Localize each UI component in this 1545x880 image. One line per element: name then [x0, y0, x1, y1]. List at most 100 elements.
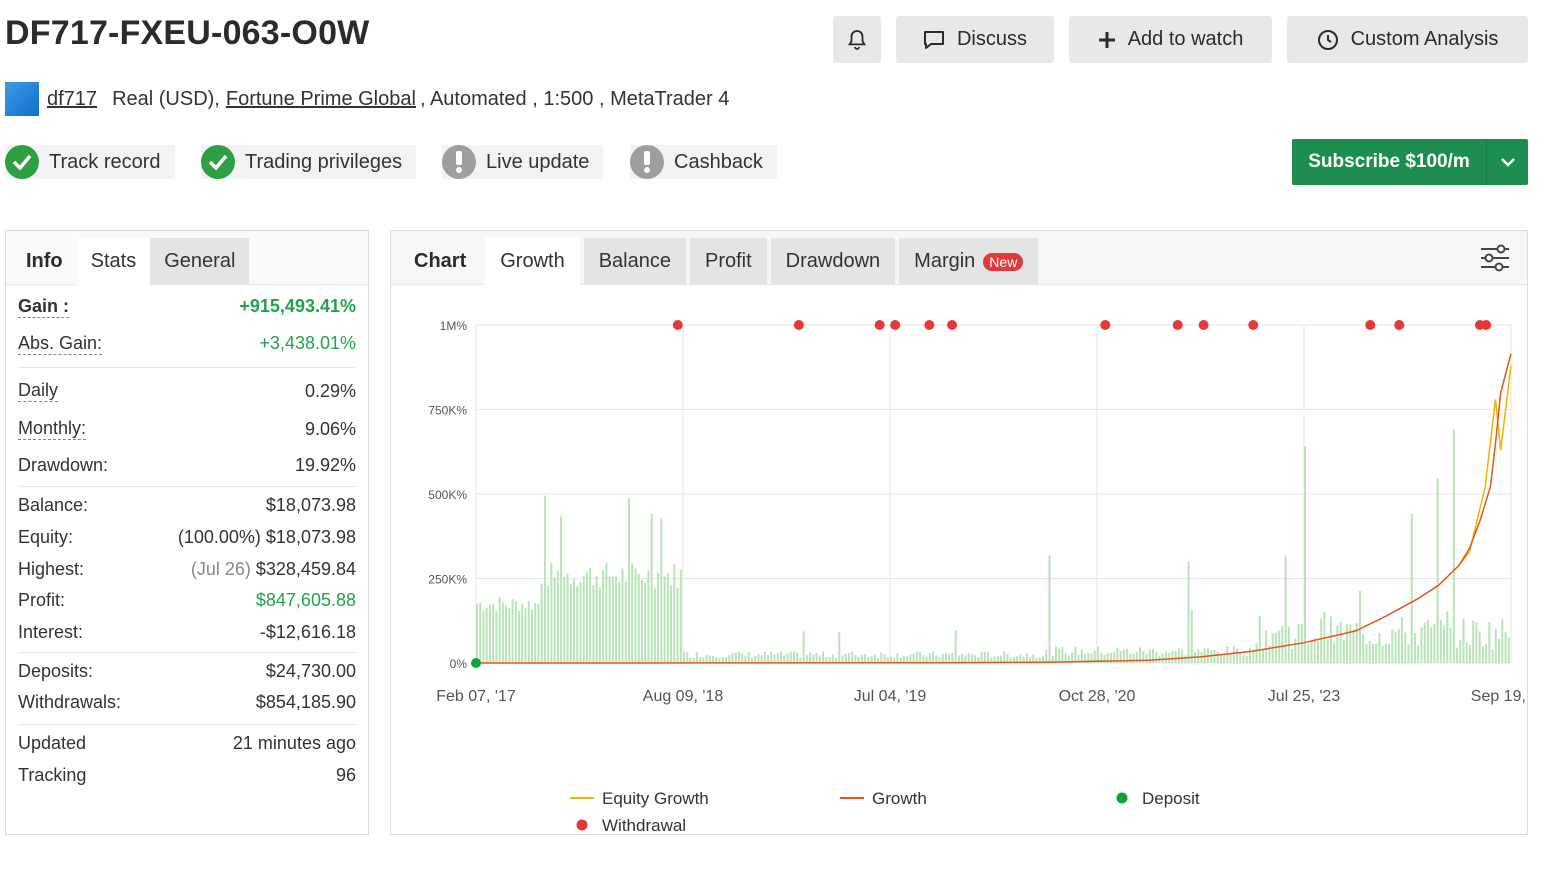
- tab-margin[interactable]: Margin New: [899, 238, 1039, 285]
- volume-bar: [508, 607, 511, 663]
- subscribe-button[interactable]: Subscribe $100/m: [1292, 139, 1528, 185]
- volume-bar: [1223, 653, 1226, 663]
- tab-balance[interactable]: Balance: [583, 238, 686, 285]
- add-to-watch-label: Add to watch: [1127, 28, 1244, 50]
- volume-bar: [822, 651, 825, 663]
- tab-stats[interactable]: Stats: [76, 238, 151, 285]
- volume-bar: [611, 576, 614, 663]
- tab-drawdown[interactable]: Drawdown: [770, 238, 896, 285]
- volume-bar: [715, 657, 718, 663]
- volume-bar: [737, 651, 740, 663]
- volume-bar: [744, 655, 747, 663]
- volume-bar: [1384, 643, 1387, 663]
- volume-bar: [495, 610, 498, 663]
- volume-bar: [605, 562, 608, 663]
- volume-bar: [1316, 641, 1319, 663]
- chart-settings-button[interactable]: [1479, 243, 1511, 278]
- discuss-button[interactable]: Discuss: [896, 16, 1054, 63]
- volume-bar: [582, 575, 585, 663]
- volume-bar: [1485, 644, 1488, 663]
- track-record-badge[interactable]: Track record: [5, 145, 175, 179]
- volume-bar: [1352, 629, 1355, 663]
- withdrawal-marker: [1100, 320, 1111, 330]
- volume-bar: [1232, 646, 1235, 663]
- tab-margin-label: Margin: [914, 250, 976, 272]
- volume-bar: [961, 654, 964, 663]
- withdrawal-marker: [672, 320, 683, 330]
- volume-bar: [725, 657, 728, 663]
- withdrawal-marker: [890, 320, 901, 330]
- volume-bar: [563, 576, 566, 663]
- volume-bar: [796, 652, 799, 663]
- daily-label[interactable]: Daily: [18, 380, 59, 402]
- sliders-icon: [1481, 244, 1509, 272]
- interest-value: -$12,616.18: [259, 621, 356, 642]
- volume-bar: [676, 587, 679, 663]
- avatar[interactable]: [5, 82, 39, 116]
- volume-bar: [566, 573, 569, 663]
- volume-bar: [705, 654, 708, 663]
- volume-bar: [1048, 555, 1051, 663]
- volume-bar: [902, 656, 905, 663]
- trading-privileges-badge[interactable]: Trading privileges: [201, 145, 417, 179]
- volume-bar: [847, 652, 850, 663]
- volume-bar: [721, 657, 724, 663]
- volume-bar: [780, 651, 783, 663]
- volume-bar: [686, 652, 689, 663]
- live-update-badge[interactable]: Live update: [442, 145, 604, 179]
- volume-bar: [1284, 555, 1287, 663]
- volume-bar: [679, 569, 682, 663]
- volume-bar: [815, 653, 818, 663]
- volume-bar: [1365, 644, 1368, 663]
- chevron-down-icon: [1500, 158, 1515, 167]
- monthly-label[interactable]: Monthly:: [18, 418, 87, 440]
- equity-growth-line: [1458, 365, 1512, 566]
- broker-link[interactable]: Fortune Prime Global: [226, 88, 416, 111]
- volume-bar: [1310, 639, 1313, 663]
- subscribe-label: Subscribe $100/m: [1308, 151, 1470, 172]
- tab-profit[interactable]: Profit: [689, 238, 767, 285]
- volume-bar: [1239, 652, 1242, 663]
- cashback-badge[interactable]: Cashback: [630, 145, 777, 179]
- volume-bar: [1436, 478, 1439, 663]
- volume-bar: [1045, 649, 1048, 663]
- volume-bar: [1177, 648, 1180, 663]
- tab-chart[interactable]: Chart: [399, 238, 481, 285]
- notifications-button[interactable]: [833, 16, 881, 63]
- volume-bar: [485, 608, 488, 663]
- tab-growth[interactable]: Growth: [485, 238, 580, 285]
- interest-label: Interest:: [18, 621, 84, 642]
- gain-label[interactable]: Gain :: [18, 296, 70, 318]
- check-icon: [5, 145, 39, 179]
- abs-gain-label[interactable]: Abs. Gain:: [18, 333, 103, 355]
- tab-info[interactable]: Info: [12, 238, 77, 285]
- volume-bar: [1074, 646, 1077, 663]
- tab-general[interactable]: General: [150, 238, 250, 285]
- subscribe-dropdown[interactable]: [1486, 139, 1528, 185]
- profit-label: Profit:: [18, 590, 66, 610]
- legend-withdrawal-label[interactable]: Withdrawal: [602, 816, 686, 835]
- user-link[interactable]: df717: [47, 88, 97, 111]
- legend-deposit-swatch: [1116, 792, 1128, 804]
- custom-analysis-button[interactable]: Custom Analysis: [1287, 16, 1528, 63]
- profit-value: $847,605.88: [255, 590, 356, 610]
- volume-bar: [1404, 632, 1407, 663]
- add-to-watch-button[interactable]: Add to watch: [1069, 16, 1272, 63]
- volume-bar: [1456, 647, 1459, 663]
- volume-bar: [948, 653, 951, 663]
- legend-growth-label[interactable]: Growth: [872, 789, 927, 808]
- withdrawal-marker: [947, 320, 958, 330]
- volume-bar: [1394, 632, 1397, 663]
- volume-bar: [1326, 638, 1329, 663]
- stats-tabs: Info Stats General: [6, 231, 368, 285]
- volume-bar: [576, 586, 579, 663]
- volume-bar: [1459, 640, 1462, 663]
- volume-bar: [1313, 637, 1316, 663]
- volume-bar: [650, 513, 653, 663]
- bell-icon: [848, 29, 866, 50]
- volume-bar: [1054, 646, 1057, 663]
- legend-deposit-label[interactable]: Deposit: [1142, 789, 1200, 808]
- volume-bar: [585, 572, 588, 663]
- legend-equity-label[interactable]: Equity Growth: [602, 789, 709, 808]
- volume-bar: [1006, 653, 1009, 663]
